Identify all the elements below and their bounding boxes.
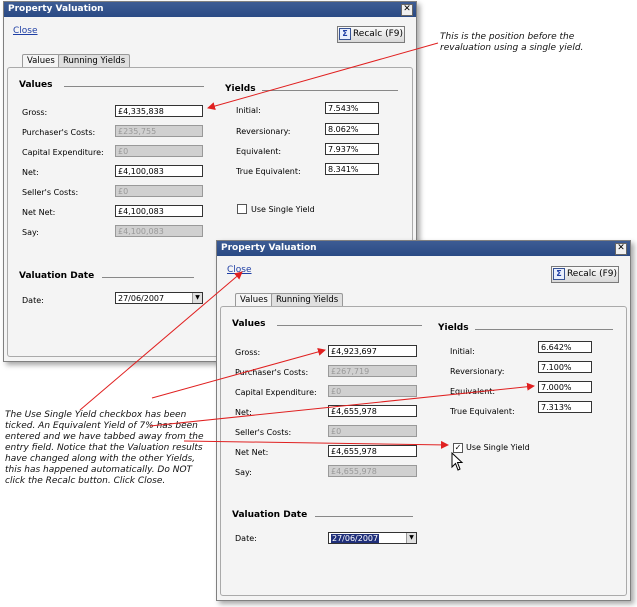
yields-header: Yields xyxy=(225,84,256,94)
net-net-field[interactable]: £4,100,083 xyxy=(115,205,203,217)
mouse-cursor-icon xyxy=(451,452,464,471)
net-label: Net: xyxy=(235,408,252,417)
initial-yield-field[interactable]: 6.642% xyxy=(538,341,592,353)
title-bar: Property Valuation ✕ xyxy=(217,241,630,256)
say-label: Say: xyxy=(22,228,39,237)
tab-values[interactable]: Values xyxy=(22,54,60,67)
sigma-icon: Σ xyxy=(552,268,565,280)
equivalent-label: Equivalent: xyxy=(450,387,496,396)
reversionary-label: Reversionary: xyxy=(450,367,505,376)
sellers-costs-field: £0 xyxy=(115,185,203,197)
window-title: Property Valuation xyxy=(8,4,104,14)
reversionary-label: Reversionary: xyxy=(236,127,291,136)
close-link[interactable]: Close xyxy=(13,26,38,36)
capital-expenditure-label: Capital Expenditure: xyxy=(235,388,317,397)
recalc-button[interactable]: Σ Recalc (F9) xyxy=(337,26,405,43)
sigma-icon: Σ xyxy=(338,28,351,40)
true-equivalent-label: True Equivalent: xyxy=(450,407,515,416)
date-value: 27/06/2007 xyxy=(331,534,380,543)
yields-header: Yields xyxy=(438,323,469,333)
equivalent-label: Equivalent: xyxy=(236,147,282,156)
net-net-field[interactable]: £4,655,978 xyxy=(328,445,417,457)
date-label: Date: xyxy=(235,534,257,543)
equivalent-yield-field[interactable]: 7.937% xyxy=(325,143,379,155)
chevron-down-icon[interactable]: ▼ xyxy=(406,533,416,543)
close-link[interactable]: Close xyxy=(227,265,252,275)
tab-values[interactable]: Values xyxy=(235,293,273,306)
valuation-date-header: Valuation Date xyxy=(232,510,308,520)
sellers-costs-label: Seller's Costs: xyxy=(22,188,79,197)
net-field[interactable]: £4,100,083 xyxy=(115,165,203,177)
net-field[interactable]: £4,655,978 xyxy=(328,405,417,417)
true-equivalent-yield-field[interactable]: 7.313% xyxy=(538,401,592,413)
recalc-button[interactable]: Σ Recalc (F9) xyxy=(551,266,619,283)
values-divider xyxy=(64,86,204,87)
date-select[interactable]: 27/06/2007 ▼ xyxy=(115,292,203,304)
sellers-costs-field: £0 xyxy=(328,425,417,437)
use-single-yield-label: Use Single Yield xyxy=(466,443,530,452)
date-select[interactable]: 27/06/2007 ▼ xyxy=(328,532,417,544)
recalc-button-label: Recalc (F9) xyxy=(566,269,618,279)
gross-field[interactable]: £4,923,697 xyxy=(328,345,417,357)
capital-expenditure-field: £0 xyxy=(328,385,417,397)
use-single-yield-label: Use Single Yield xyxy=(251,205,315,214)
tab-running-yields[interactable]: Running Yields xyxy=(271,293,344,306)
gross-label: Gross: xyxy=(22,108,48,117)
gross-label: Gross: xyxy=(235,348,261,357)
valuation-date-divider xyxy=(315,516,413,517)
reversionary-yield-field[interactable]: 7.100% xyxy=(538,361,592,373)
close-icon[interactable]: ✕ xyxy=(401,4,413,16)
initial-label: Initial: xyxy=(450,347,475,356)
gross-field[interactable]: £4,335,838 xyxy=(115,105,203,117)
values-header: Values xyxy=(19,80,53,90)
purchasers-costs-label: Purchaser's Costs: xyxy=(22,128,96,137)
before-revaluation-note: This is the position before the revaluat… xyxy=(440,32,584,53)
values-header: Values xyxy=(232,319,266,329)
valuation-date-header: Valuation Date xyxy=(19,271,95,281)
yields-divider xyxy=(475,329,613,330)
date-label: Date: xyxy=(22,296,44,305)
initial-label: Initial: xyxy=(236,106,261,115)
true-equivalent-label: True Equivalent: xyxy=(236,167,301,176)
equivalent-yield-field[interactable]: 7.000% xyxy=(538,381,592,393)
sellers-costs-label: Seller's Costs: xyxy=(235,428,292,437)
net-label: Net: xyxy=(22,168,39,177)
say-field: £4,655,978 xyxy=(328,465,417,477)
close-icon[interactable]: ✕ xyxy=(615,243,627,255)
yields-divider xyxy=(262,90,398,91)
date-value: 27/06/2007 xyxy=(118,294,165,303)
purchasers-costs-field: £267,719 xyxy=(328,365,417,377)
valuation-date-divider xyxy=(102,277,194,278)
true-equivalent-yield-field[interactable]: 8.341% xyxy=(325,163,379,175)
title-bar: Property Valuation ✕ xyxy=(4,2,416,17)
window-title: Property Valuation xyxy=(221,243,317,253)
recalc-button-label: Recalc (F9) xyxy=(352,29,404,39)
say-label: Say: xyxy=(235,468,252,477)
values-divider xyxy=(277,325,422,326)
say-field: £4,100,083 xyxy=(115,225,203,237)
use-single-yield-checkbox[interactable] xyxy=(237,204,247,214)
purchasers-costs-label: Purchaser's Costs: xyxy=(235,368,309,377)
reversionary-yield-field[interactable]: 8.062% xyxy=(325,123,379,135)
capital-expenditure-field: £0 xyxy=(115,145,203,157)
chevron-down-icon[interactable]: ▼ xyxy=(192,293,202,303)
net-net-label: Net Net: xyxy=(235,448,269,457)
capital-expenditure-label: Capital Expenditure: xyxy=(22,148,104,157)
purchasers-costs-field: £235,755 xyxy=(115,125,203,137)
initial-yield-field[interactable]: 7.543% xyxy=(325,102,379,114)
property-valuation-window-after: Property Valuation ✕ Close Σ Recalc (F9) … xyxy=(216,240,631,601)
net-net-label: Net Net: xyxy=(22,208,56,217)
single-yield-explanation-note: The Use Single Yield checkbox has been t… xyxy=(5,410,204,486)
tab-running-yields[interactable]: Running Yields xyxy=(58,54,131,67)
